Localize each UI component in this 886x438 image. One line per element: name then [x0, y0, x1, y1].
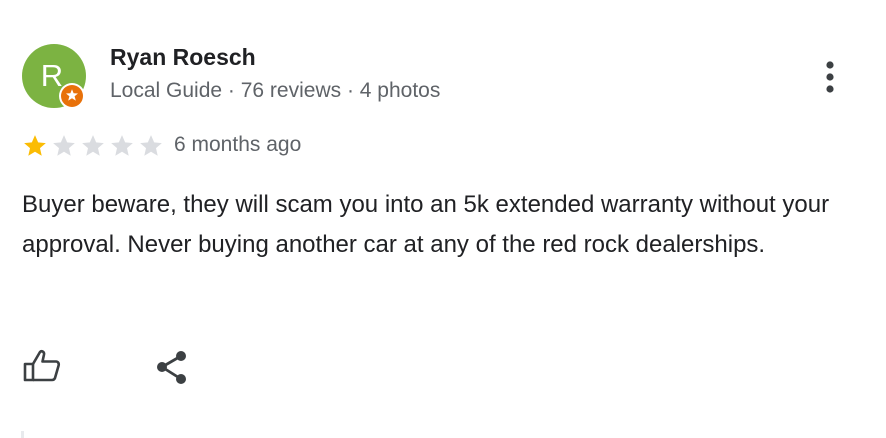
like-button[interactable]: [20, 346, 64, 386]
reviewer-name[interactable]: Ryan Roesch: [110, 44, 256, 71]
divider: [21, 431, 24, 438]
share-button[interactable]: [150, 346, 194, 386]
more-options-button[interactable]: [812, 56, 848, 96]
star-filled-icon: [24, 135, 46, 156]
avatar-initial: R: [40, 58, 64, 93]
more-vert-icon: [826, 61, 834, 93]
review-text: Buyer beware, they will scam you into an…: [22, 191, 830, 258]
reviewer-meta: Local Guide · 76 reviews · 4 photos: [110, 79, 441, 102]
star-rating: [22, 133, 167, 159]
star-empty-icon: [111, 135, 133, 156]
local-guide-star-icon: [61, 85, 83, 107]
star-empty-icon: [82, 135, 104, 156]
thumbs-up-icon: [23, 350, 61, 382]
local-guide-badge: [59, 83, 85, 109]
share-icon: [157, 351, 186, 384]
star-empty-icon: [53, 135, 75, 156]
star-empty-icon: [140, 135, 162, 156]
review-time: 6 months ago: [174, 133, 302, 156]
review-card: R Ryan Roesch Local Guide · 76 reviews ·…: [0, 0, 886, 438]
